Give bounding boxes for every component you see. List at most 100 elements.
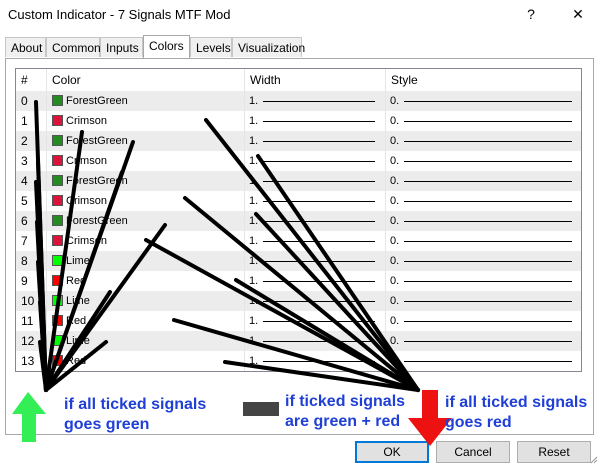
style-select[interactable]: 0. <box>386 151 581 171</box>
width-select[interactable]: 1. <box>245 331 386 351</box>
color-picker[interactable]: Lime <box>47 331 245 351</box>
width-value: 1. <box>249 175 259 187</box>
width-select[interactable]: 1. <box>245 231 386 251</box>
color-picker[interactable]: Crimson <box>47 231 245 251</box>
header-width[interactable]: Width <box>245 69 386 91</box>
style-line-preview <box>404 181 572 182</box>
color-picker[interactable]: Lime <box>47 251 245 271</box>
row-index: 9 <box>16 271 47 291</box>
color-swatch <box>52 95 63 106</box>
tab-common[interactable]: Common <box>46 37 101 57</box>
width-select[interactable]: 1. <box>245 111 386 131</box>
color-picker[interactable]: Red <box>47 271 245 291</box>
color-swatch <box>52 295 63 306</box>
color-picker[interactable]: Crimson <box>47 151 245 171</box>
style-value: 0. <box>390 115 400 127</box>
color-picker[interactable]: Crimson <box>47 111 245 131</box>
width-select[interactable]: 1. <box>245 291 386 311</box>
style-line-preview <box>404 281 572 282</box>
table-row[interactable]: 6 ForestGreen 1. 0. <box>16 211 581 231</box>
width-select[interactable]: 1. <box>245 211 386 231</box>
green-note-line-2: goes green <box>64 416 150 433</box>
ok-button[interactable]: OK <box>355 441 429 463</box>
width-select[interactable]: 1. <box>245 191 386 211</box>
width-select[interactable]: 1. <box>245 351 386 371</box>
color-picker[interactable]: Red <box>47 351 245 371</box>
row-index: 6 <box>16 211 47 231</box>
tab-colors[interactable]: Colors <box>143 35 190 58</box>
help-button[interactable]: ? <box>516 3 546 25</box>
width-select[interactable]: 1. <box>245 151 386 171</box>
color-name: Red <box>66 315 87 327</box>
style-select[interactable]: 0. <box>386 211 581 231</box>
width-select[interactable]: 1. <box>245 91 386 111</box>
mixed-signal-note: if ticked signals are green + red <box>285 392 405 432</box>
color-swatch <box>52 315 63 326</box>
table-row[interactable]: 2 ForestGreen 1. 0. <box>16 131 581 151</box>
table-header: # Color Width Style <box>16 69 581 92</box>
table-row[interactable]: 5 Crimson 1. 0. <box>16 191 581 211</box>
table-row[interactable]: 3 Crimson 1. 0. <box>16 151 581 171</box>
table-row[interactable]: 8 Lime 1. 0. <box>16 251 581 271</box>
color-name: Red <box>66 355 87 367</box>
table-row[interactable]: 0 ForestGreen 1. 0. <box>16 91 581 111</box>
width-line-preview <box>263 341 375 342</box>
style-select[interactable]: 0. <box>386 311 581 331</box>
style-select[interactable]: 0. <box>386 111 581 131</box>
width-select[interactable]: 1. <box>245 131 386 151</box>
style-select[interactable]: 0. <box>386 291 581 311</box>
tab-visualization[interactable]: Visualization <box>232 37 305 57</box>
color-picker[interactable]: Red <box>47 311 245 331</box>
resize-grip-icon[interactable] <box>588 454 598 464</box>
color-name: Lime <box>66 255 90 267</box>
table-row[interactable]: 9 Red 1. 0. <box>16 271 581 291</box>
table-row[interactable]: 4 ForestGreen 1. 0. <box>16 171 581 191</box>
row-index: 3 <box>16 151 47 171</box>
color-name: Lime <box>66 335 90 347</box>
table-row[interactable]: 1 Crimson 1. 0. <box>16 111 581 131</box>
width-select[interactable]: 1. <box>245 251 386 271</box>
style-value: 0. <box>390 255 400 267</box>
style-value: 0. <box>390 195 400 207</box>
color-picker[interactable]: Lime <box>47 291 245 311</box>
style-select[interactable]: 0. <box>386 231 581 251</box>
header-color[interactable]: Color <box>47 69 245 91</box>
style-select[interactable]: 0. <box>386 91 581 111</box>
color-picker[interactable]: ForestGreen <box>47 171 245 191</box>
color-picker[interactable]: ForestGreen <box>47 211 245 231</box>
table-row[interactable]: 7 Crimson 1. 0. <box>16 231 581 251</box>
color-picker[interactable]: ForestGreen <box>47 131 245 151</box>
width-value: 1. <box>249 315 259 327</box>
table-row[interactable]: 12 Lime 1. 0. <box>16 331 581 351</box>
width-select[interactable]: 1. <box>245 171 386 191</box>
width-select[interactable]: 1. <box>245 271 386 291</box>
color-picker[interactable]: Crimson <box>47 191 245 211</box>
tab-inputs[interactable]: Inputs <box>100 37 143 57</box>
header-index[interactable]: # <box>16 69 47 91</box>
header-style[interactable]: Style <box>386 69 581 91</box>
style-select[interactable]: 0. <box>386 271 581 291</box>
tab-about[interactable]: About <box>5 37 46 57</box>
style-select[interactable]: 0. <box>386 131 581 151</box>
cancel-button[interactable]: Cancel <box>436 441 510 463</box>
style-select[interactable]: 0. <box>386 171 581 191</box>
table-row[interactable]: 11 Red 1. 0. <box>16 311 581 331</box>
width-value: 1. <box>249 115 259 127</box>
color-picker[interactable]: ForestGreen <box>47 91 245 111</box>
style-select[interactable]: 0. <box>386 251 581 271</box>
width-line-preview <box>263 141 375 142</box>
width-select[interactable]: 1. <box>245 311 386 331</box>
close-icon[interactable]: ✕ <box>563 3 593 25</box>
style-select[interactable]: 0. <box>386 351 581 371</box>
color-name: Red <box>66 275 87 287</box>
table-row[interactable]: 13 Red 1. 0. <box>16 351 581 371</box>
style-value: 0. <box>390 155 400 167</box>
style-select[interactable]: 0. <box>386 191 581 211</box>
width-line-preview <box>263 241 375 242</box>
red-note-line-2: goes red <box>445 414 512 431</box>
style-value: 0. <box>390 135 400 147</box>
tab-levels[interactable]: Levels <box>190 37 232 57</box>
table-row[interactable]: 10 Lime 1. 0. <box>16 291 581 311</box>
reset-button[interactable]: Reset <box>517 441 591 463</box>
style-select[interactable]: 0. <box>386 331 581 351</box>
